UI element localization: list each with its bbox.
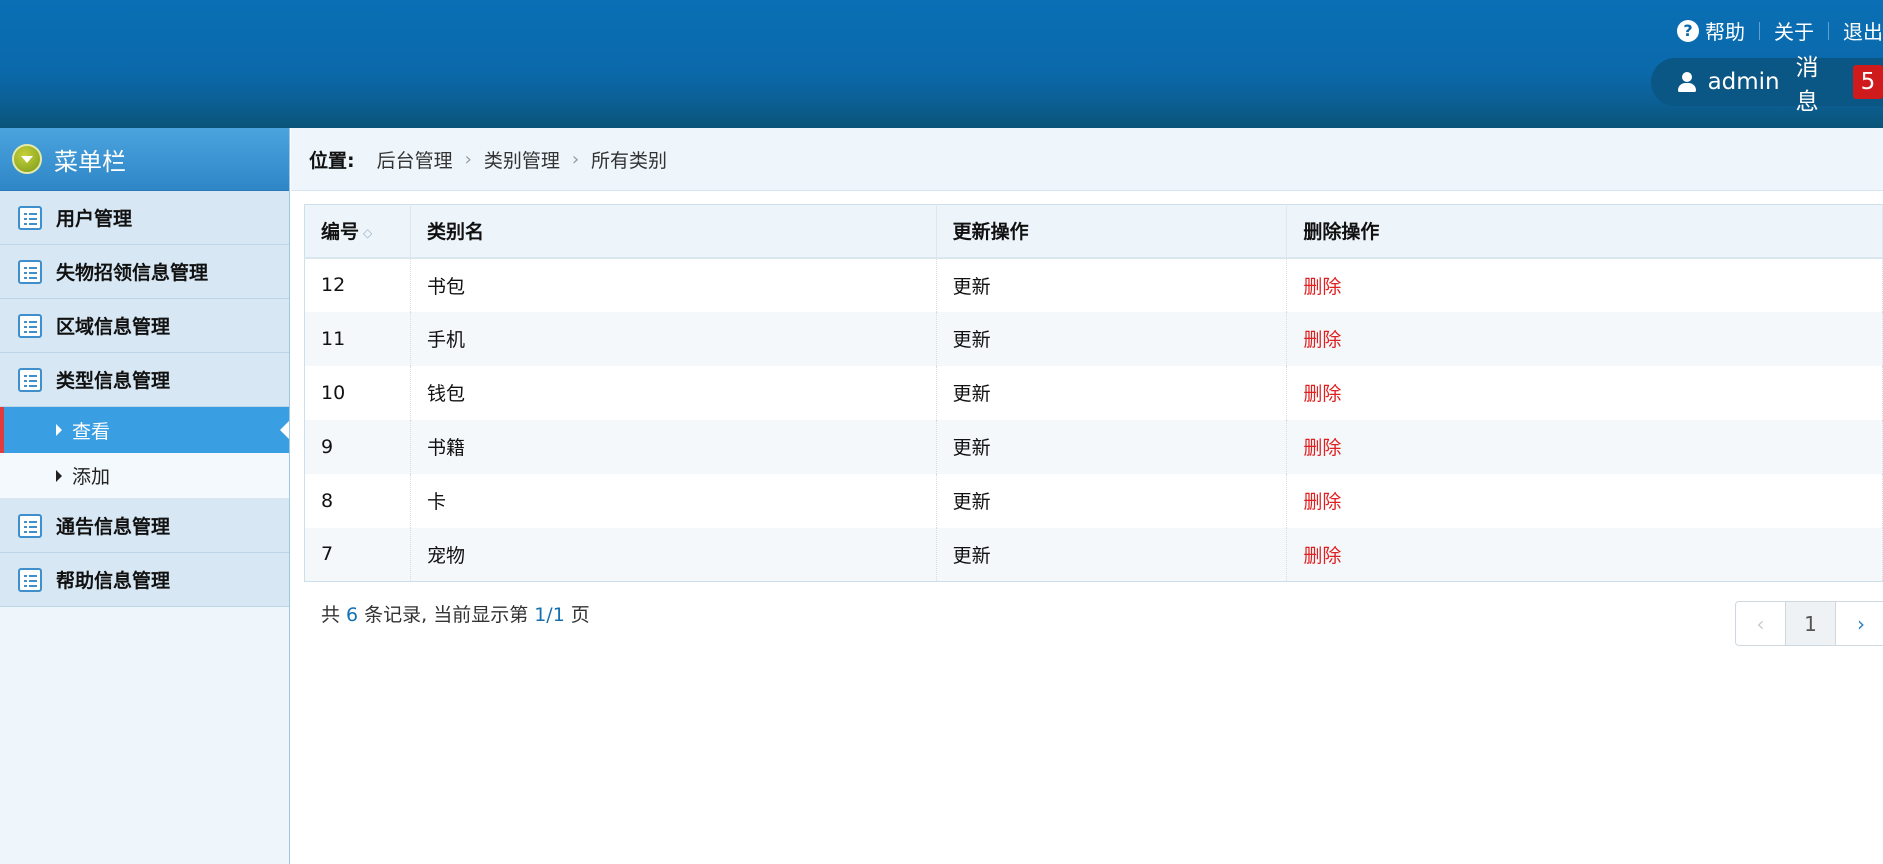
cell-name: 书籍 [410, 419, 937, 474]
sidebar-title-label: 菜单栏 [54, 147, 126, 176]
pagination: ‹ 1 › [1735, 601, 1883, 646]
chevron-right-icon: › [571, 148, 580, 170]
list-icon [18, 313, 42, 338]
update-link[interactable]: 更新 [953, 437, 991, 459]
breadcrumb-item[interactable]: 后台管理 [377, 146, 453, 173]
cell-name: 书包 [410, 257, 937, 312]
sidebar: 菜单栏 用户管理 失物招领信息管理 区域信息管理 类型信息管理 查看 添加 通告… [0, 128, 290, 864]
list-icon [18, 259, 42, 284]
list-icon [18, 513, 42, 538]
table-header-row: 编号 ◇ 类别名 更新操作 删除操作 [304, 204, 1883, 259]
update-link[interactable]: 更新 [953, 383, 991, 405]
total-count: 6 [346, 604, 359, 626]
cell-id: 10 [304, 365, 411, 420]
next-page-icon[interactable]: › [1836, 602, 1883, 645]
menu-group-type[interactable]: 类型信息管理 [0, 353, 289, 407]
messages-link[interactable]: 消息 [1796, 48, 1839, 116]
update-link[interactable]: 更新 [953, 276, 991, 298]
breadcrumb: 位置: 后台管理 › 类别管理 › 所有类别 [291, 128, 1883, 191]
paging-info: 共 6 条记录, 当前显示第 1/1 页 [321, 600, 590, 627]
chevron-down-icon[interactable] [12, 144, 42, 174]
user-icon [1675, 70, 1698, 94]
chevron-right-icon: › [464, 148, 472, 170]
menu-group-label: 类型信息管理 [56, 370, 171, 392]
column-header-update: 更新操作 [936, 204, 1288, 259]
menu-group-notice[interactable]: 通告信息管理 [0, 499, 289, 553]
table-row: 11 手机 更新 删除 [304, 311, 1883, 366]
menu-group-label: 区域信息管理 [56, 316, 171, 338]
sidebar-item-view[interactable]: 查看 [0, 407, 289, 453]
cell-name: 卡 [410, 473, 937, 528]
help-icon: ? [1677, 19, 1699, 42]
menu-group-label: 通告信息管理 [56, 516, 171, 538]
caret-right-icon [56, 424, 62, 436]
username[interactable]: admin [1708, 69, 1780, 95]
help-link[interactable]: 帮助 [1705, 16, 1745, 45]
table-row: 8 卡 更新 删除 [304, 473, 1883, 528]
menu-group-users[interactable]: 用户管理 [0, 191, 289, 245]
delete-link[interactable]: 删除 [1303, 329, 1341, 351]
breadcrumb-label: 位置: [309, 149, 355, 172]
sidebar-item-label: 查看 [72, 420, 111, 443]
cell-name: 手机 [410, 311, 937, 366]
menu-group-label: 用户管理 [56, 208, 133, 230]
delete-link[interactable]: 删除 [1303, 491, 1341, 513]
update-link[interactable]: 更新 [953, 329, 991, 351]
paging-suffix: 页 [570, 604, 590, 626]
list-icon [18, 205, 42, 230]
divider [1828, 21, 1829, 40]
table-row: 7 宠物 更新 删除 [304, 527, 1883, 582]
logout-link[interactable]: 退出 [1843, 16, 1883, 45]
update-link[interactable]: 更新 [953, 545, 991, 567]
breadcrumb-item[interactable]: 类别管理 [484, 146, 560, 173]
menu-group-lost-found[interactable]: 失物招领信息管理 [0, 245, 289, 299]
column-header-delete: 删除操作 [1286, 204, 1883, 259]
menu-group-help[interactable]: 帮助信息管理 [0, 553, 289, 607]
menu-group-label: 帮助信息管理 [56, 570, 171, 592]
sidebar-item-add[interactable]: 添加 [0, 453, 289, 499]
sidebar-title: 菜单栏 [0, 128, 289, 191]
cell-id: 9 [304, 419, 411, 474]
sidebar-item-label: 添加 [72, 466, 111, 488]
divider [1759, 21, 1760, 40]
top-links: ? 帮助 关于 退出 [1677, 16, 1883, 45]
menu-group-label: 失物招领信息管理 [56, 262, 209, 284]
cell-id: 8 [304, 473, 411, 528]
category-table-wrap: 编号 ◇ 类别名 更新操作 删除操作 12 书包 更新 删除 11 手机 更新 删 [304, 204, 1883, 582]
cell-name: 宠物 [410, 527, 937, 582]
cell-name: 钱包 [410, 365, 937, 420]
delete-link[interactable]: 删除 [1303, 383, 1341, 405]
prev-page-icon[interactable]: ‹ [1736, 602, 1786, 645]
category-table: 编号 ◇ 类别名 更新操作 删除操作 12 书包 更新 删除 11 手机 更新 删 [304, 204, 1883, 582]
paging-middle: 条记录, 当前显示第 [364, 604, 529, 626]
column-header-id[interactable]: 编号 ◇ [304, 204, 411, 259]
list-icon [18, 367, 42, 392]
cell-id: 7 [304, 527, 411, 582]
column-header-name: 类别名 [410, 204, 937, 259]
top-header: ? 帮助 关于 退出 admin 消息 5 [0, 0, 1883, 128]
sort-icon[interactable]: ◇ [363, 226, 372, 240]
cell-id: 11 [304, 311, 411, 366]
page-indicator: 1/1 [534, 604, 565, 626]
update-link[interactable]: 更新 [953, 491, 991, 513]
caret-right-icon [56, 469, 62, 482]
about-link[interactable]: 关于 [1774, 16, 1814, 45]
main-content: 位置: 后台管理 › 类别管理 › 所有类别 编号 ◇ 类别名 更新操作 删除操作… [291, 128, 1883, 864]
user-bar: admin 消息 5 [1651, 55, 1883, 115]
cell-id: 12 [304, 257, 411, 312]
list-icon [18, 567, 42, 592]
messages-count-badge[interactable]: 5 [1852, 65, 1883, 99]
delete-link[interactable]: 删除 [1303, 545, 1341, 567]
table-row: 10 钱包 更新 删除 [304, 365, 1883, 420]
delete-link[interactable]: 删除 [1303, 437, 1341, 459]
table-row: 12 书包 更新 删除 [304, 257, 1883, 312]
paging-prefix: 共 [321, 604, 341, 626]
breadcrumb-current: 所有类别 [591, 149, 668, 172]
menu-group-area[interactable]: 区域信息管理 [0, 299, 289, 353]
table-row: 9 书籍 更新 删除 [304, 419, 1883, 474]
page-button-current[interactable]: 1 [1786, 602, 1836, 645]
delete-link[interactable]: 删除 [1303, 276, 1341, 298]
